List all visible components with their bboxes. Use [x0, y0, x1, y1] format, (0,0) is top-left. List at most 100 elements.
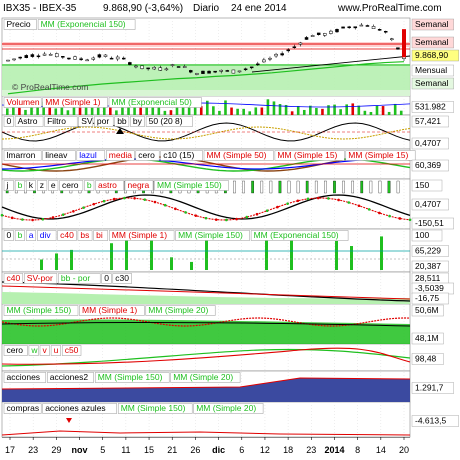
signal-dot [265, 209, 269, 213]
volume-bar [54, 108, 58, 115]
volume-bar [248, 111, 252, 115]
legend-label: acciones2 [50, 372, 89, 382]
value-label: 0,4707 [415, 199, 441, 209]
astro-bar [314, 180, 318, 194]
candle-up [73, 56, 77, 60]
c40-bar [350, 246, 353, 270]
candle-down [36, 55, 41, 58]
value-label: 28,511 [415, 273, 441, 283]
candle-down [347, 26, 351, 29]
astro-bar [305, 180, 309, 194]
legend-label: MM (Simple 20) [148, 305, 208, 315]
c40-bar [70, 249, 73, 270]
astro-bar [369, 180, 373, 194]
signal-dot [245, 215, 249, 219]
x-tick-label: nov [72, 445, 88, 455]
candle-up [274, 53, 278, 57]
candle-up [231, 69, 236, 74]
astro-bar [233, 180, 236, 194]
astro-bar [333, 180, 336, 194]
legend-label: MM (Simple 1) [45, 97, 100, 107]
legend-label: c40 [60, 230, 74, 240]
value-label: Semanal [415, 78, 449, 88]
value-label: 60,369 [415, 160, 441, 170]
candle-up [103, 54, 108, 57]
legend-label: media [109, 150, 132, 160]
legend-label: 0 [7, 116, 12, 126]
legend-label: cero [7, 345, 24, 355]
signal-dot [276, 205, 279, 209]
x-tick-label: 5 [100, 445, 105, 455]
legend-label: c50 [65, 345, 79, 355]
value-label: 48,1M [415, 333, 439, 343]
candle-up [42, 53, 47, 56]
legend-label: lazul [79, 150, 97, 160]
value-label: 98,48 [415, 354, 437, 364]
candle-down [365, 25, 370, 27]
candle-up [262, 59, 266, 63]
signal-dot [214, 218, 218, 221]
volume-bar [321, 108, 324, 115]
candle-down [109, 57, 114, 60]
legend-label: e [51, 180, 56, 190]
astro-bar [324, 180, 327, 194]
signal-dot [153, 200, 157, 204]
signal-dot [61, 213, 65, 216]
legend-label: b [18, 230, 23, 240]
volume-bar [260, 107, 264, 115]
candle-up [91, 57, 96, 60]
legend-label: w [30, 345, 38, 355]
astro-bar [396, 180, 400, 194]
x-tick-label: 21 [167, 445, 177, 455]
legend-label: bb - por [61, 273, 90, 283]
astro-bar [296, 180, 300, 194]
legend-label: cero [138, 150, 155, 160]
signal-dot [51, 216, 55, 219]
candle-down [24, 55, 29, 58]
volume-bar [339, 109, 342, 115]
value-label: -3,5039 [415, 283, 444, 293]
candle-down [225, 70, 230, 72]
signal-dot [316, 196, 320, 200]
volume-bar [175, 107, 179, 115]
candle-up [371, 26, 376, 30]
legend-label: MM (Exponencial 150) [254, 230, 339, 240]
signal-dot [133, 196, 136, 200]
candle-down [353, 26, 358, 29]
c40-bar [290, 238, 293, 270]
volume-bar [399, 110, 403, 115]
value-label: 100 [415, 230, 429, 240]
c40-bar [40, 259, 43, 270]
volume-bar [357, 105, 361, 115]
c40-bar [380, 236, 383, 270]
candle-down [341, 26, 345, 29]
candle-up [164, 68, 169, 71]
x-tick-label: 11 [121, 445, 130, 455]
signal-dot [194, 214, 198, 217]
candle-down [316, 32, 321, 35]
candle-up [182, 66, 187, 68]
signal-dot [72, 209, 75, 213]
signal-dot [123, 196, 126, 200]
x-axis-line [2, 437, 410, 438]
volume-bar [333, 104, 336, 115]
astro-bar [360, 180, 364, 194]
legend-label: c10 (15) [163, 150, 194, 160]
volume-bar [302, 109, 306, 115]
signal-dot [398, 217, 402, 220]
candle-down [201, 70, 205, 74]
volume-bar [254, 107, 258, 115]
signal-dot [10, 216, 14, 220]
astro-bar [287, 180, 291, 194]
candle-down [280, 53, 284, 56]
volume-bar [387, 111, 391, 115]
volume-bar [157, 107, 161, 115]
value-label: -150,51 [415, 218, 444, 228]
volume-bar [242, 108, 245, 115]
candle-up [298, 42, 303, 45]
signal-dot [102, 199, 106, 203]
watermark: © ProRealTime.com [12, 82, 88, 92]
candle-up [329, 30, 333, 34]
candle-down [176, 66, 181, 68]
candle-down [335, 29, 339, 33]
